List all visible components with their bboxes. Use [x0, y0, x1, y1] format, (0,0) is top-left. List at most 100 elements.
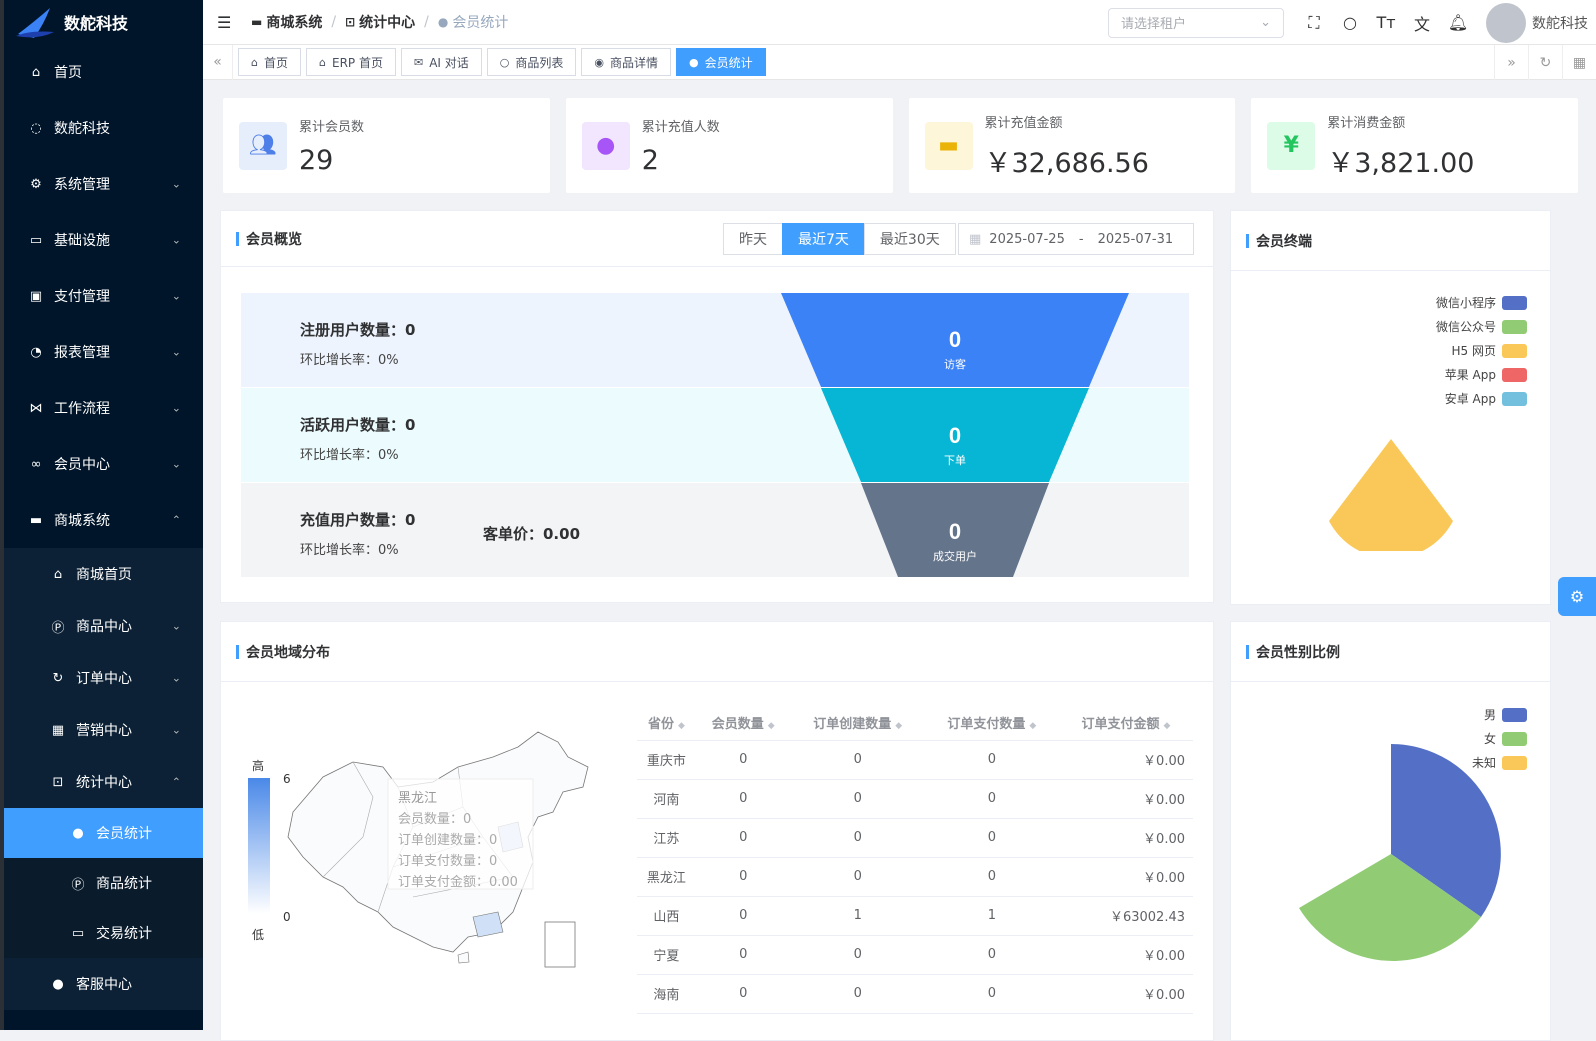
tab-member-stat[interactable]: ●会员统计: [676, 48, 766, 76]
legend-item[interactable]: 微信公众号: [1436, 318, 1527, 335]
table-cell: 0: [696, 935, 791, 974]
chevron-down-icon: ⌄: [172, 672, 181, 685]
app-logo[interactable]: 数舵科技: [4, 0, 203, 44]
tenant-select[interactable]: 请选择租户⌄: [1108, 8, 1284, 38]
chevron-down-icon: ⌄: [172, 346, 181, 359]
hamburger-icon[interactable]: ☰: [217, 13, 233, 32]
china-map[interactable]: 黑龙江 会员数量：0 订单创建数量：0 订单支付数量：0 订单支付金额：0.00: [283, 727, 598, 972]
tab-erp-home[interactable]: ⌂ERP 首页: [306, 48, 396, 76]
product-icon: Ⓟ: [50, 617, 66, 636]
grid-icon[interactable]: ▦: [1562, 45, 1596, 80]
sidebar-item-trade-stat[interactable]: ▭交易统计: [4, 908, 203, 958]
sidebar-item-payment[interactable]: ▣支付管理⌄: [4, 268, 203, 324]
sidebar-item-marketing[interactable]: ▦营销中心⌄: [4, 704, 203, 756]
legend-item[interactable]: H5 网页: [1452, 342, 1527, 359]
map-tooltip-title: 黑龙江: [398, 791, 437, 806]
money-card-icon: ▬: [925, 122, 973, 170]
breadcrumb-statistics[interactable]: ⊡统计中心: [345, 12, 415, 32]
logo-icon: [14, 4, 56, 40]
sidebar-item-workflow[interactable]: ⋈工作流程⌄: [4, 380, 203, 436]
users-icon: 👥︎: [239, 122, 287, 170]
fullscreen-icon[interactable]: ⛶: [1296, 13, 1332, 33]
user-icon: ●: [689, 56, 699, 69]
stat-card-recharge-amount: ▬ 累计充值金额￥32,686.56: [909, 98, 1236, 193]
monitor-icon: ▭: [28, 232, 44, 248]
sort-icon[interactable]: ◆: [895, 721, 902, 731]
table-cell: 0: [791, 740, 925, 779]
range-yesterday-button[interactable]: 昨天: [723, 223, 783, 255]
refresh-icon[interactable]: ↻: [1528, 45, 1562, 80]
settings-gear-icon[interactable]: ⚙: [1558, 577, 1596, 616]
sidebar-item-system[interactable]: ⚙系统管理⌄: [4, 156, 203, 212]
sort-icon[interactable]: ◆: [768, 721, 775, 731]
range-buttons: 昨天 最近7天 最近30天: [724, 223, 956, 255]
gift-icon: ▦: [50, 723, 66, 738]
scale-low-label: 低: [252, 926, 264, 943]
funnel-label: 下单: [944, 454, 966, 467]
header-actions: 请选择租户⌄ ⛶ ○ Tт 文 🔔︎ 数舵科技: [1108, 0, 1596, 45]
sort-icon[interactable]: ◆: [1163, 721, 1170, 731]
sidebar-item-order-center[interactable]: ↻订单中心⌄: [4, 652, 203, 704]
sidebar-item-shuduo[interactable]: ◌数舵科技: [4, 100, 203, 156]
sidebar-item-home[interactable]: ⌂首页: [4, 44, 203, 100]
stat-value: ￥32,686.56: [985, 141, 1149, 180]
tab-product-list[interactable]: ○商品列表: [487, 48, 577, 76]
sidebar-item-product-stat[interactable]: Ⓟ商品统计: [4, 858, 203, 908]
font-size-icon[interactable]: Tт: [1368, 13, 1404, 32]
card-icon: ▭: [70, 926, 86, 941]
column-header-orders-paid[interactable]: 订单支付数量◆: [925, 706, 1059, 740]
sidebar-item-product-center[interactable]: Ⓟ商品中心⌄: [4, 600, 203, 652]
map-tooltip-line: 订单支付数量：0: [398, 854, 497, 869]
sort-icon[interactable]: ◆: [678, 721, 685, 731]
search-icon[interactable]: ○: [1332, 13, 1368, 32]
table-row: 重庆市000￥0.00: [637, 740, 1193, 779]
legend-item[interactable]: 微信小程序: [1436, 294, 1527, 311]
scale-high-label: 高: [252, 757, 264, 774]
bell-icon[interactable]: 🔔︎: [1440, 13, 1476, 32]
column-header-paid-amount[interactable]: 订单支付金额◆: [1059, 706, 1193, 740]
breadcrumb-shop[interactable]: ▬商城系统: [251, 12, 322, 32]
user-icon: ●: [438, 15, 448, 29]
table-cell: ￥63002.43: [1059, 896, 1193, 935]
avatar[interactable]: [1486, 3, 1526, 43]
region-table-body: 重庆市000￥0.00河南000￥0.00江苏000￥0.00黑龙江000￥0.…: [637, 740, 1193, 1013]
sidebar-item-member[interactable]: ∞会员中心⌄: [4, 436, 203, 492]
tab-scroll-right-icon[interactable]: »: [1494, 45, 1528, 80]
translate-icon[interactable]: 文: [1404, 11, 1440, 35]
sidebar: 数舵科技 ⌂首页 ◌数舵科技 ⚙系统管理⌄ ▭基础设施⌄ ▣支付管理⌄ ◔报表管…: [0, 0, 203, 1030]
column-header-province[interactable]: 省份◆: [637, 706, 696, 740]
tab-ai-chat[interactable]: ✉AI 对话: [401, 48, 482, 76]
column-header-members[interactable]: 会员数量◆: [696, 706, 791, 740]
table-cell: 0: [696, 740, 791, 779]
column-header-orders-created[interactable]: 订单创建数量◆: [791, 706, 925, 740]
sidebar-item-member-stat[interactable]: ●会员统计: [4, 808, 203, 858]
chevron-down-icon: ⌄: [172, 234, 181, 247]
sidebar-item-shop-home[interactable]: ⌂商城首页: [4, 548, 203, 600]
sort-icon[interactable]: ◆: [1029, 721, 1036, 731]
calendar-icon: ▦: [969, 232, 981, 247]
legend-item[interactable]: 男: [1484, 706, 1527, 723]
range-30days-button[interactable]: 最近30天: [864, 223, 956, 255]
legend-item[interactable]: 苹果 App: [1445, 366, 1527, 383]
sidebar-item-infra[interactable]: ▭基础设施⌄: [4, 212, 203, 268]
workflow-icon: ⋈: [28, 400, 44, 416]
date-range-picker[interactable]: ▦ 2025-07-25 - 2025-07-31: [958, 223, 1194, 255]
funnel-label: 访客: [944, 357, 966, 371]
table-cell: 黑龙江: [637, 857, 696, 896]
terminal-pie: [1321, 431, 1461, 551]
table-cell: 江苏: [637, 818, 696, 857]
legend-item[interactable]: 安卓 App: [1445, 390, 1527, 407]
sidebar-item-service[interactable]: ●客服中心: [4, 958, 203, 1010]
scale-bar[interactable]: [248, 778, 270, 914]
username[interactable]: 数舵科技: [1532, 13, 1588, 33]
tab-home[interactable]: ⌂首页: [238, 48, 301, 76]
sidebar-item-report[interactable]: ◔报表管理⌄: [4, 324, 203, 380]
tab-product-detail[interactable]: ◉商品详情: [581, 48, 671, 76]
range-7days-button[interactable]: 最近7天: [782, 223, 865, 255]
tab-scroll-left-icon[interactable]: «: [203, 45, 233, 80]
table-cell: 河南: [637, 779, 696, 818]
top-header: ☰ ▬商城系统 / ⊡统计中心 / ●会员统计 请选择租户⌄ ⛶ ○ Tт 文 …: [203, 0, 1596, 45]
sidebar-item-statistics[interactable]: ⊡统计中心⌃: [4, 756, 203, 808]
sidebar-item-shop[interactable]: ▬商城系统⌃: [4, 492, 203, 548]
bike-icon: ∞: [28, 456, 44, 472]
